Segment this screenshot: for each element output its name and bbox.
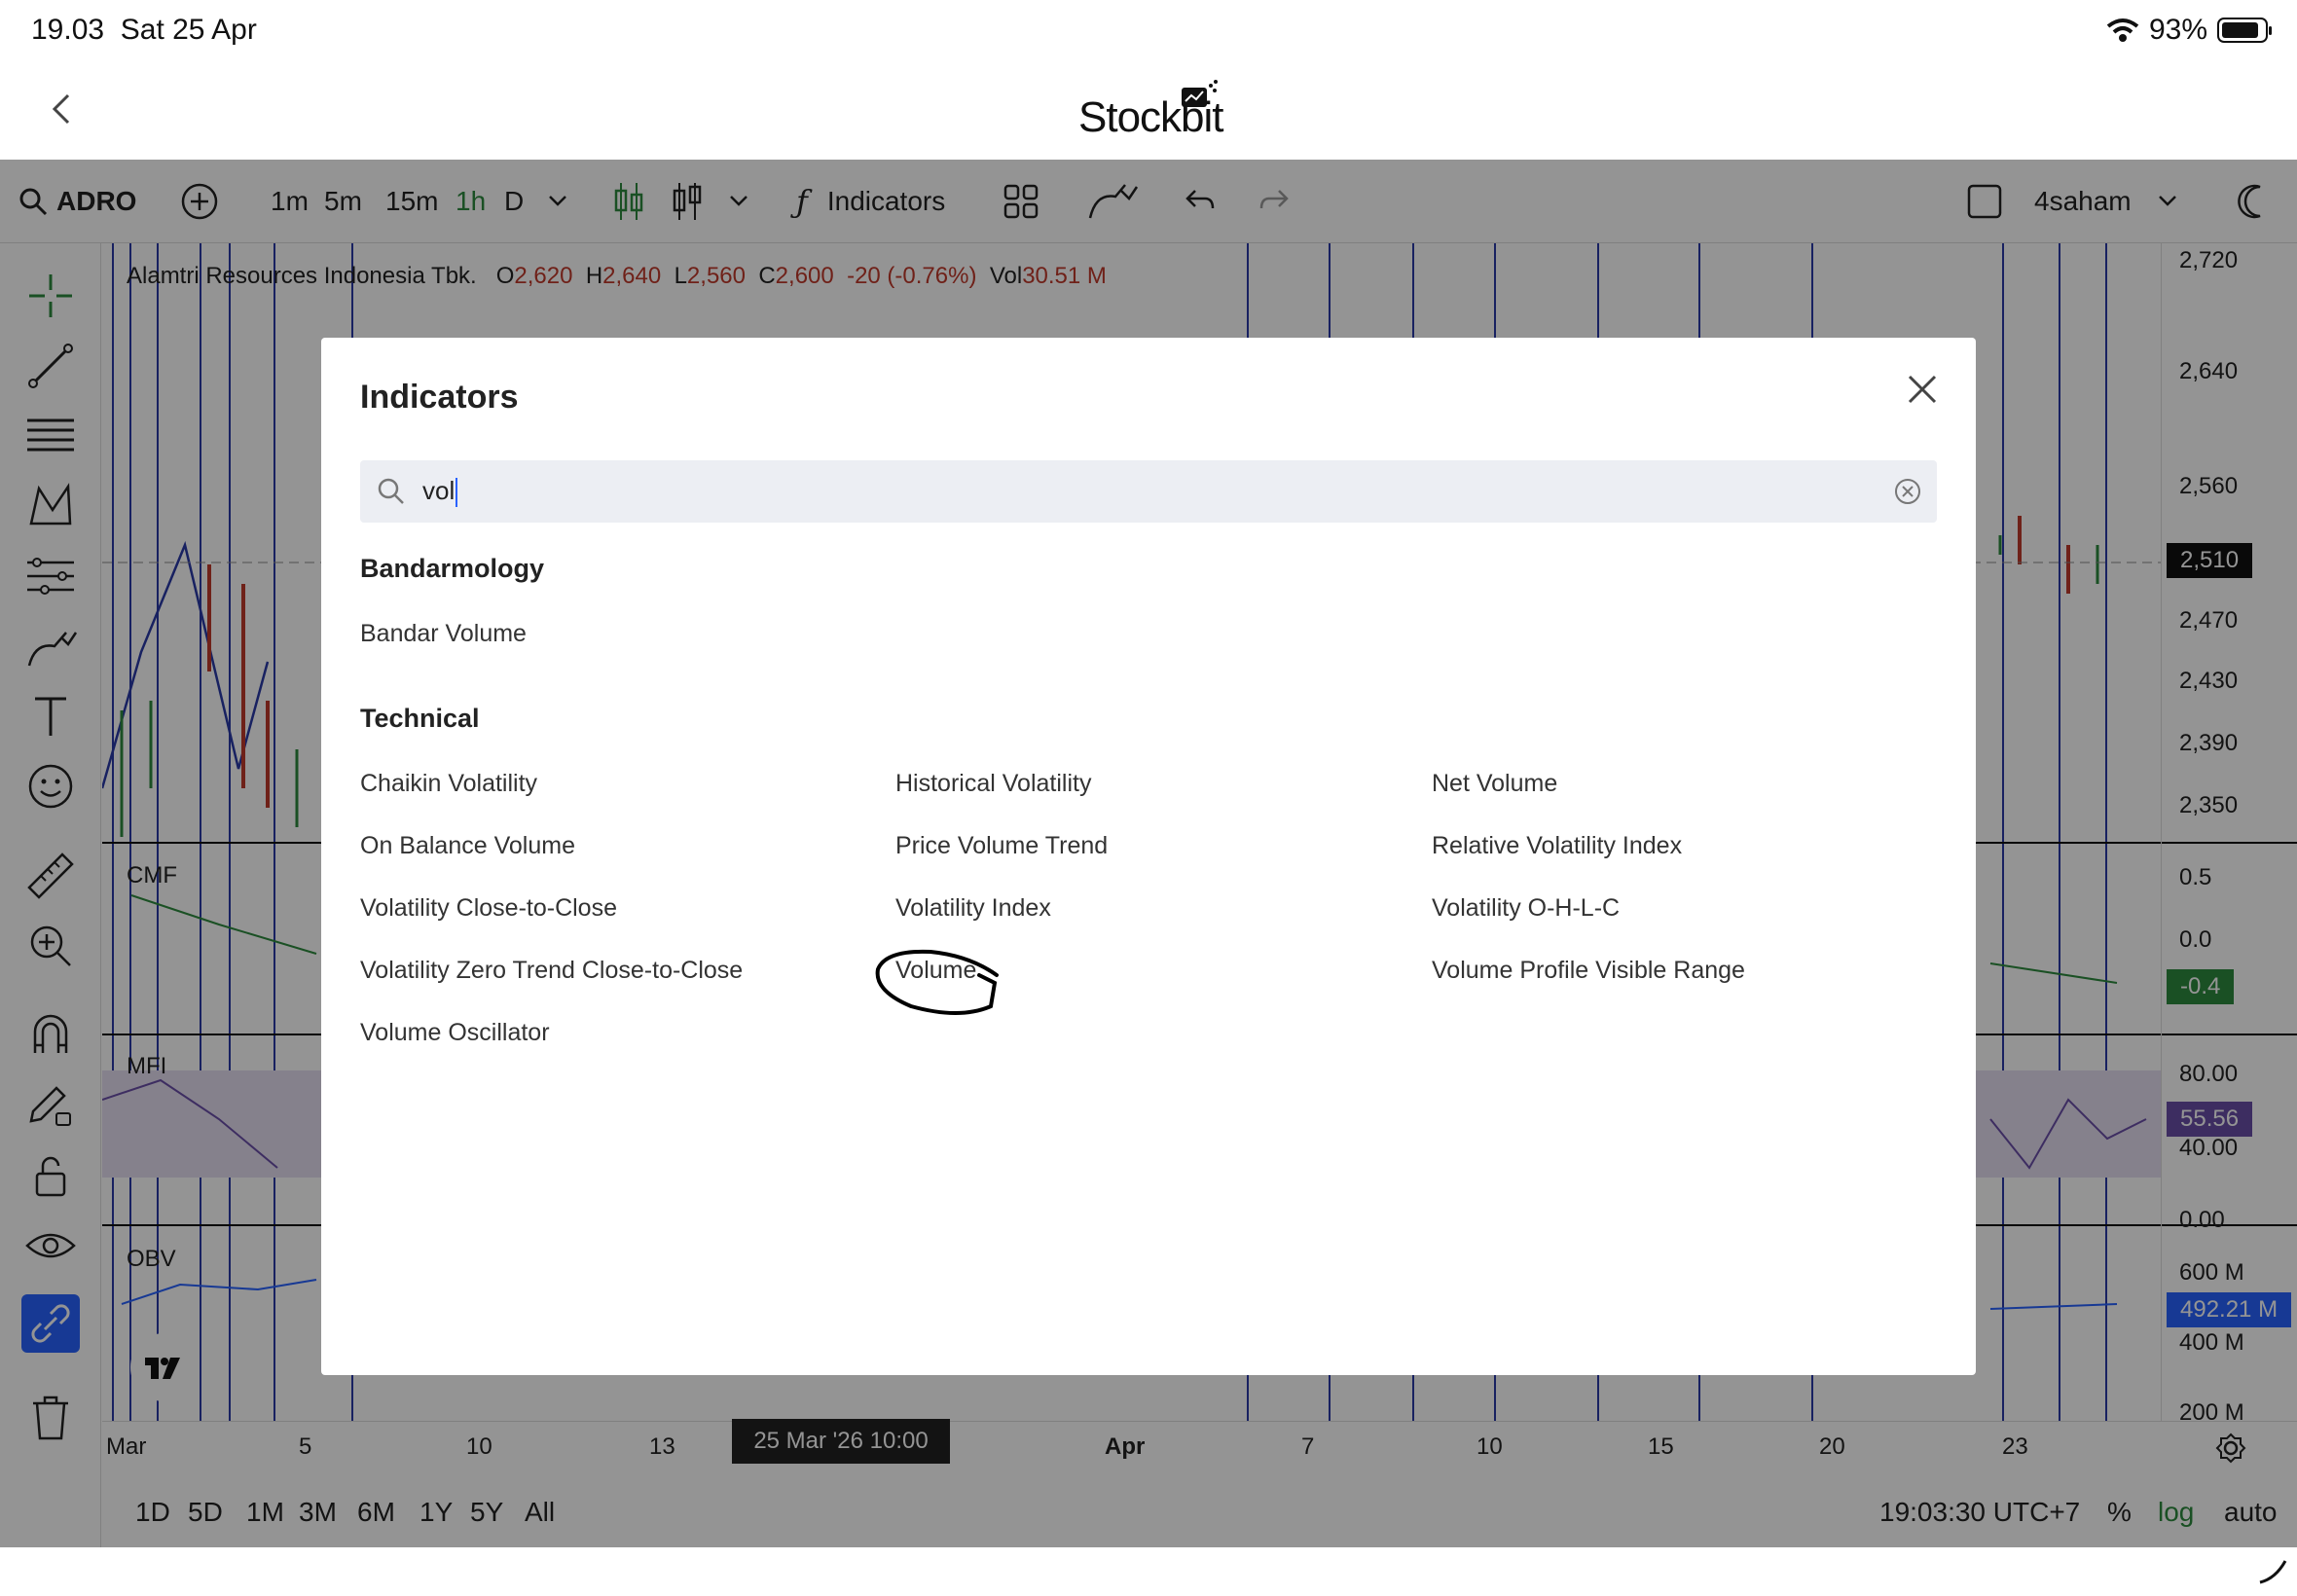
indicator-item[interactable]: Historical Volatility (895, 770, 1091, 798)
dialog-title: Indicators (360, 379, 519, 416)
home-indicator-area (0, 1547, 2297, 1596)
indicator-item[interactable]: On Balance Volume (360, 832, 575, 860)
indicator-item[interactable]: Volatility Close-to-Close (360, 894, 617, 923)
text-caret (456, 478, 458, 508)
app-header: Stockbit (0, 60, 2297, 160)
indicator-search-input[interactable]: vol (422, 476, 458, 508)
search-icon (378, 478, 404, 504)
hand-drawn-circle-annotation (875, 949, 999, 1015)
indicator-item[interactable]: Volatility O-H-L-C (1432, 894, 1620, 923)
section-heading-bandarmology: Bandarmology (360, 554, 545, 583)
indicator-search-field[interactable]: vol (360, 460, 1937, 523)
status-indicators: 93% (2106, 14, 2272, 47)
logo-chart-icon (1182, 80, 1218, 107)
indicator-item[interactable]: Net Volume (1432, 770, 1557, 798)
status-bar: 19.03 Sat 25 Apr 93% (0, 0, 2297, 60)
battery-icon (2217, 18, 2272, 43)
indicator-item[interactable]: Volatility Index (895, 894, 1051, 923)
indicator-item[interactable]: Volume Oscillator (360, 1019, 550, 1047)
back-chevron-icon[interactable] (43, 90, 82, 128)
status-time: 19.03 Sat 25 Apr (31, 14, 257, 46)
wifi-icon (2106, 18, 2139, 42)
indicator-item[interactable]: Bandar Volume (360, 620, 527, 648)
section-heading-technical: Technical (360, 704, 480, 733)
indicator-item[interactable]: Chaikin Volatility (360, 770, 537, 798)
indicators-dialog: Indicators vol Bandarmology Bandar Volum… (321, 338, 1976, 1375)
pencil-gesture-icon (2259, 1560, 2287, 1584)
close-icon[interactable] (1898, 365, 1947, 414)
app-root: 19.03 Sat 25 Apr 93% Stockbit ADRO 1m 5m… (0, 0, 2297, 1596)
indicator-item[interactable]: Relative Volatility Index (1432, 832, 1682, 860)
clear-search-icon[interactable] (1892, 476, 1923, 507)
battery-percent: 93% (2148, 14, 2207, 46)
indicator-item[interactable]: Price Volume Trend (895, 832, 1108, 860)
indicator-item[interactable]: Volume Profile Visible Range (1432, 957, 1745, 985)
indicator-item[interactable]: Volatility Zero Trend Close-to-Close (360, 957, 743, 985)
